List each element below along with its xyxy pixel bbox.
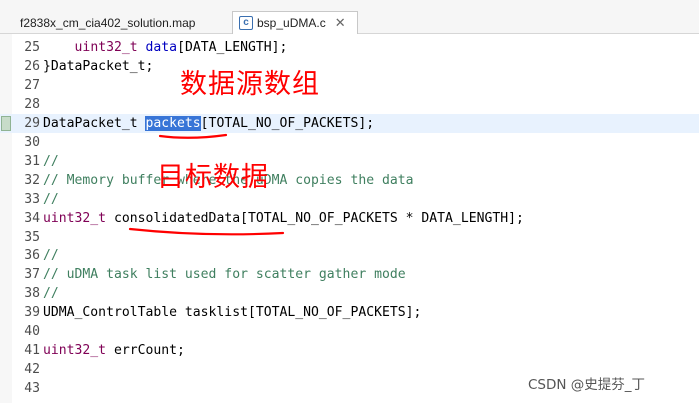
code-text: uint32_t errCount; — [43, 341, 185, 360]
line-number: 42 — [24, 362, 40, 378]
code-text: // — [43, 284, 59, 303]
code-token: // — [43, 286, 59, 302]
code-line[interactable]: 30 — [0, 133, 699, 152]
tab-label: bsp_uDMA.c — [257, 16, 326, 30]
code-token: uint32_t — [43, 210, 107, 226]
code-token: uint32_t — [74, 40, 138, 55]
code-text: // — [43, 190, 59, 209]
code-line[interactable]: 29 DataPacket_t packets[TOTAL_NO_OF_PACKE… — [0, 113, 699, 133]
code-token: // — [43, 153, 59, 169]
code-token: // uDMA task list used for scatter gathe… — [43, 267, 406, 283]
line-number: 38 — [24, 286, 40, 302]
line-number: 39 — [24, 305, 40, 321]
line-number: 31 — [24, 153, 40, 169]
line-number: 29 — [24, 115, 40, 131]
line-number: 40 — [24, 324, 40, 340]
code-line[interactable]: 31// — [0, 152, 699, 171]
code-text: // — [43, 152, 59, 171]
code-line[interactable]: 35 — [0, 228, 699, 247]
line-number: 27 — [24, 77, 40, 93]
code-text: uint32_t consolidatedData[TOTAL_NO_OF_PA… — [43, 209, 524, 228]
tab-map-file[interactable]: f2838x_cm_cia402_solution.map — [0, 11, 226, 34]
code-text: DataPacket_t packets[TOTAL_NO_OF_PACKETS… — [43, 114, 374, 133]
line-number: 35 — [24, 229, 40, 245]
c-source-file-icon: c — [239, 16, 253, 30]
code-token: UDMA_ControlTable tasklist[TOTAL_NO_OF_P… — [43, 305, 422, 321]
code-token: [DATA_LENGTH]; — [177, 40, 288, 55]
code-line[interactable]: 38// — [0, 284, 699, 303]
code-text: uint32_t data[DATA_LENGTH]; — [43, 38, 288, 57]
code-line[interactable]: 41 uint32_t errCount; — [0, 341, 699, 360]
code-editor[interactable]: 25 uint32_t data[DATA_LENGTH]; 26}DataPac… — [0, 34, 699, 403]
code-line[interactable]: 40 — [0, 322, 699, 341]
tab-label: f2838x_cm_cia402_solution.map — [20, 15, 196, 30]
code-token: DataPacket_t — [43, 115, 146, 131]
code-text: // uDMA task list used for scatter gathe… — [43, 265, 406, 284]
line-number: 41 — [24, 343, 40, 359]
code-line[interactable]: 39 UDMA_ControlTable tasklist[TOTAL_NO_OF… — [0, 303, 699, 322]
line-number: 36 — [24, 248, 40, 264]
code-token: errCount; — [106, 343, 185, 359]
line-number: 28 — [24, 96, 40, 112]
code-line[interactable]: 33// — [0, 190, 699, 209]
code-token: // — [43, 248, 59, 264]
line-number: 37 — [24, 267, 40, 283]
code-token: [TOTAL_NO_OF_PACKETS]; — [200, 115, 375, 131]
line-number: 32 — [24, 172, 40, 188]
editor-tab-bar: f2838x_cm_cia402_solution.map c bsp_uDMA… — [0, 0, 699, 34]
code-line[interactable]: 26}DataPacket_t; — [0, 57, 699, 76]
code-token: }DataPacket_t; — [43, 58, 154, 74]
selected-token: packets — [145, 115, 201, 131]
line-number: 25 — [24, 40, 40, 55]
code-line[interactable]: 25 uint32_t data[DATA_LENGTH]; — [0, 38, 699, 57]
code-text: UDMA_ControlTable tasklist[TOTAL_NO_OF_P… — [43, 303, 421, 322]
line-number: 43 — [24, 381, 40, 397]
code-token: data — [145, 40, 178, 55]
code-line[interactable]: 34 uint32_t consolidatedData[TOTAL_NO_OF_… — [0, 209, 699, 228]
annotation-target-data: 目标数据 — [157, 162, 269, 193]
code-line[interactable]: 32// Memory buffer where the uDMA copies… — [0, 171, 699, 190]
line-number: 34 — [24, 210, 40, 226]
occurrence-marker-icon[interactable] — [1, 115, 11, 131]
code-line[interactable]: 37// uDMA task list used for scatter gat… — [0, 265, 699, 284]
code-text: }DataPacket_t; — [43, 57, 153, 76]
csdn-watermark: CSDN @史提芬_丁 — [528, 373, 646, 393]
code-line[interactable]: 28 — [0, 95, 699, 114]
code-text: // — [43, 246, 59, 265]
code-token: uint32_t — [43, 343, 107, 359]
annotation-source-array: 数据源数组 — [180, 69, 320, 100]
code-line[interactable]: 27 — [0, 76, 699, 95]
line-number: 26 — [24, 58, 40, 74]
tab-bsp-udma-c[interactable]: c bsp_uDMA.c ✕ — [232, 11, 358, 34]
close-tab-button[interactable]: ✕ — [335, 16, 346, 31]
code-token: // — [43, 191, 59, 207]
code-line[interactable]: 36// — [0, 246, 699, 265]
line-number: 30 — [24, 134, 40, 150]
code-token: consolidatedData[TOTAL_NO_OF_PACKETS * D… — [106, 210, 524, 226]
line-number: 33 — [24, 191, 40, 207]
